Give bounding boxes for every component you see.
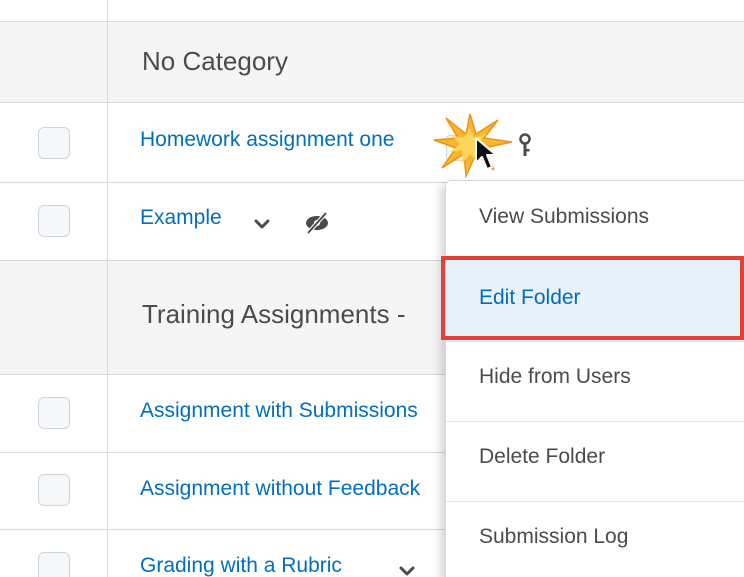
header-strip [0, 0, 744, 22]
click-spark-icon [433, 113, 513, 178]
assignment-link[interactable]: Example [140, 206, 222, 230]
menu-item-label: View Submissions [479, 205, 650, 228]
category-title: No Category [142, 46, 288, 76]
key-icon [519, 133, 531, 156]
menu-item-label: Submission Log [479, 525, 629, 548]
chevron-down-icon[interactable] [396, 560, 418, 577]
column-divider [107, 0, 108, 577]
row-divider [0, 102, 744, 103]
eye-slash-icon [306, 211, 328, 235]
table-row: Homework assignment one [0, 103, 744, 182]
menu-item-hide-from-users[interactable]: Hide from Users [446, 341, 744, 421]
edit-folder-highlight [441, 256, 744, 340]
assignment-link[interactable]: Grading with a Rubric [140, 554, 342, 577]
assignment-link[interactable]: Assignment without Feedback [140, 477, 420, 501]
assignments-list: No Category Homework assignment one Exam… [0, 0, 744, 577]
row-checkbox[interactable] [38, 205, 70, 237]
row-checkbox[interactable] [38, 127, 70, 159]
category-row-no-category: No Category [0, 22, 744, 102]
menu-item-submission-log[interactable]: Submission Log [446, 501, 744, 577]
row-checkbox[interactable] [38, 397, 70, 429]
menu-item-label: Hide from Users [479, 365, 631, 388]
assignment-link[interactable]: Assignment with Submissions [140, 399, 418, 423]
folder-context-menu: View Submissions Edit Folder Hide from U… [445, 180, 744, 577]
assignment-link[interactable]: Homework assignment one [140, 128, 394, 152]
row-divider [0, 21, 744, 22]
menu-item-delete-folder[interactable]: Delete Folder [446, 421, 744, 501]
row-checkbox[interactable] [38, 474, 70, 506]
menu-item-label: Delete Folder [479, 445, 606, 468]
menu-item-view-submissions[interactable]: View Submissions [446, 181, 744, 261]
mouse-pointer-icon [475, 137, 497, 170]
category-title: Training Assignments - [142, 299, 406, 329]
row-checkbox[interactable] [38, 552, 70, 577]
chevron-down-icon[interactable] [251, 213, 273, 235]
